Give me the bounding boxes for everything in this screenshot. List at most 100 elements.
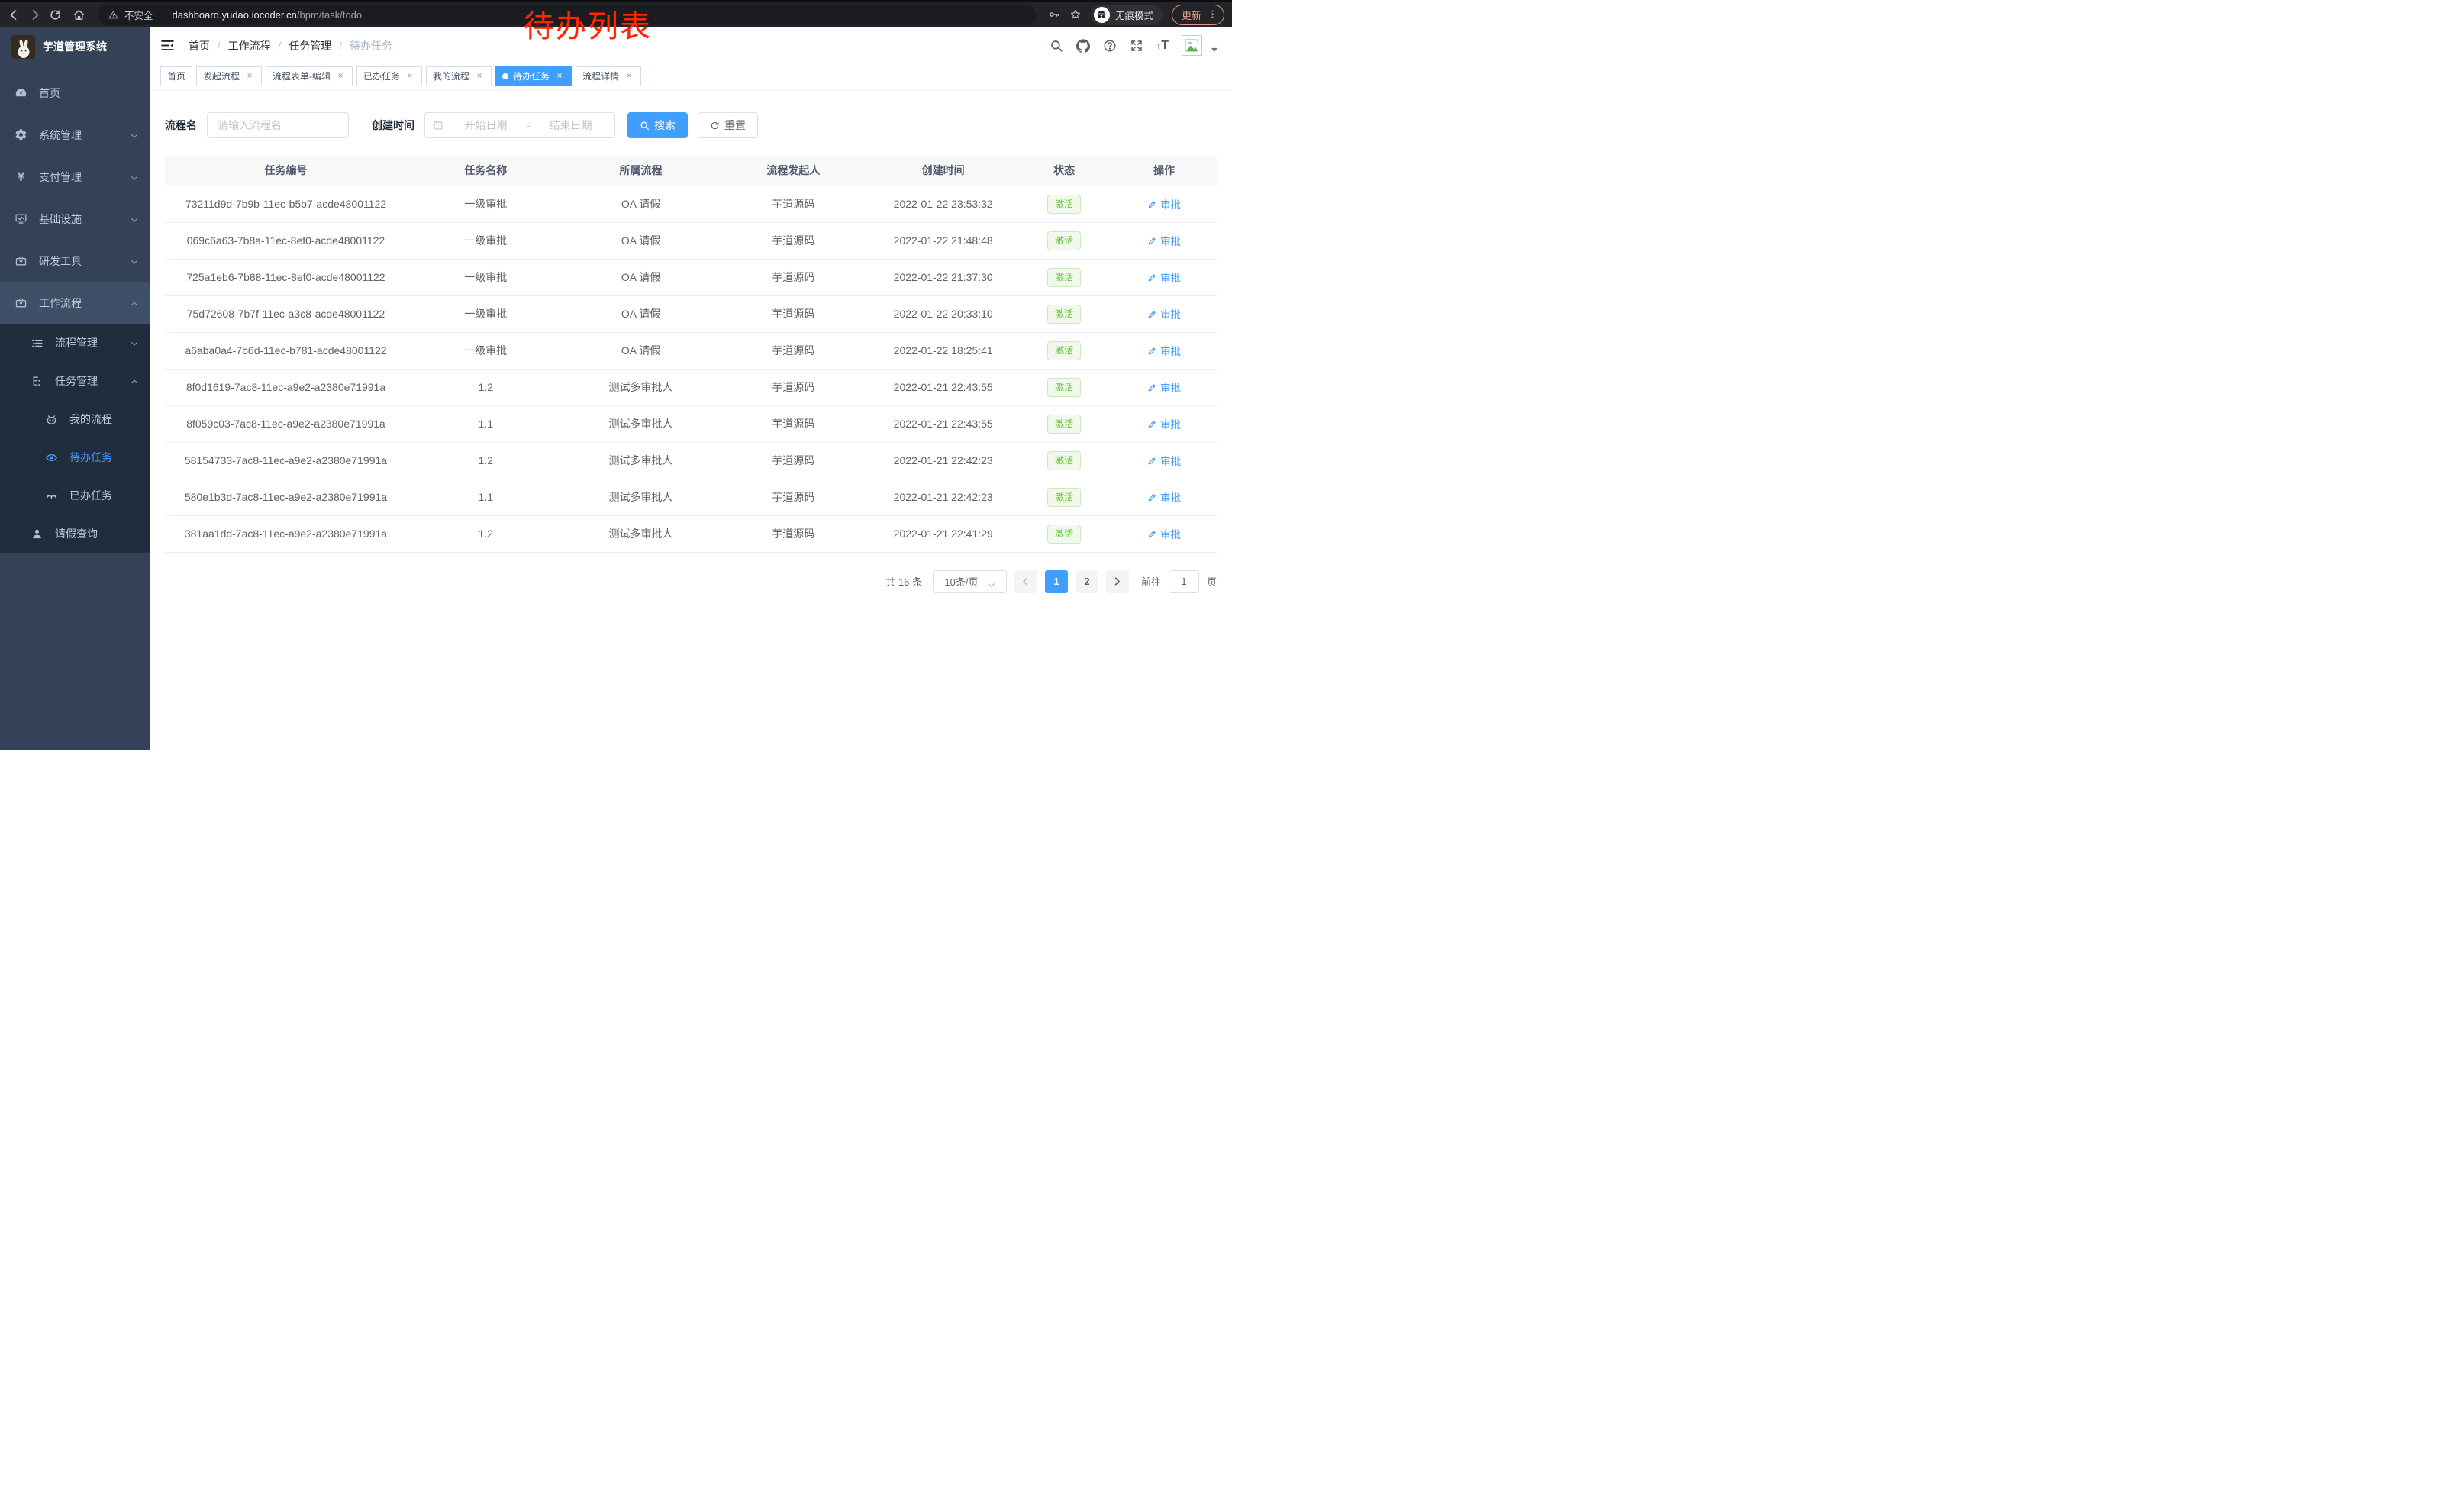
cell-task-name: 一级审批 — [407, 295, 565, 332]
search-icon[interactable] — [1050, 39, 1063, 53]
cell-status: 激活 — [1017, 405, 1111, 442]
sidebar-item-devtools[interactable]: 研发工具 — [0, 240, 150, 282]
page-size-value: 10条/页 — [944, 574, 978, 589]
eye-icon — [45, 451, 58, 464]
sidebar-item-label: 研发工具 — [39, 253, 82, 269]
page-button-2[interactable]: 2 — [1076, 570, 1098, 593]
bookmark-star-icon[interactable] — [1069, 8, 1082, 21]
cell-process: OA 请假 — [565, 186, 718, 222]
tab-close-icon[interactable]: × — [554, 71, 565, 82]
next-page-button[interactable] — [1106, 570, 1129, 593]
cell-task-id: 725a1eb6-7b88-11ec-8ef0-acde48001122 — [165, 259, 407, 295]
page-size-select[interactable]: 10条/页 — [933, 570, 1007, 593]
sidebar-item-workflow[interactable]: 工作流程 — [0, 282, 150, 324]
cell-action: 审批 — [1111, 222, 1217, 259]
reload-icon[interactable] — [49, 8, 62, 21]
approve-link[interactable]: 审批 — [1147, 489, 1181, 505]
pagination-total: 共 16 条 — [885, 574, 922, 589]
cell-task-id: 069c6a63-7b8a-11ec-8ef0-acde48001122 — [165, 222, 407, 259]
cell-process: OA 请假 — [565, 295, 718, 332]
goto-page-input[interactable] — [1169, 570, 1199, 593]
tab-process-form-edit[interactable]: 流程表单-编辑× — [266, 66, 353, 86]
sidebar-item-task-mgmt[interactable]: 任务管理 — [0, 362, 150, 400]
approve-link[interactable]: 审批 — [1147, 526, 1181, 541]
tab-close-icon[interactable]: × — [405, 71, 415, 82]
sidebar-item-done-tasks[interactable]: 已办任务 — [0, 476, 150, 515]
url-host: dashboard.yudao.iocoder.cn — [173, 9, 297, 21]
forward-icon[interactable] — [28, 8, 41, 21]
sidebar-item-my-process[interactable]: 我的流程 — [0, 400, 150, 438]
approve-link[interactable]: 审批 — [1147, 270, 1181, 285]
approve-link[interactable]: 审批 — [1147, 233, 1181, 248]
tags-view-bar: 首页 发起流程× 流程表单-编辑× 已办任务× 我的流程× 待办任务× 流程详情… — [150, 63, 1232, 89]
breadcrumb-task-mgmt[interactable]: 任务管理 — [289, 38, 331, 53]
end-date-placeholder: 结束日期 — [534, 118, 607, 133]
home-icon[interactable] — [73, 8, 85, 21]
tab-my-process[interactable]: 我的流程× — [426, 66, 492, 86]
approve-label: 审批 — [1160, 270, 1181, 285]
cell-status: 激活 — [1017, 222, 1111, 259]
cell-created: 2022-01-21 22:42:23 — [869, 442, 1017, 479]
approve-link[interactable]: 审批 — [1147, 379, 1181, 395]
approve-link[interactable]: 审批 — [1147, 306, 1181, 321]
incognito-badge[interactable]: 无痕模式 — [1091, 5, 1163, 25]
browser-menu-icon[interactable] — [1208, 9, 1217, 21]
sidebar-item-infra[interactable]: 基础设施 — [0, 198, 150, 240]
cell-task-id: 75d72608-7b7f-11ec-a3c8-acde48001122 — [165, 295, 407, 332]
date-range-picker[interactable]: 开始日期 - 结束日期 — [424, 112, 615, 138]
sidebar-item-system[interactable]: 系统管理 — [0, 114, 150, 156]
reset-button[interactable]: 重置 — [698, 112, 758, 138]
tab-start-process[interactable]: 发起流程× — [196, 66, 262, 86]
breadcrumb-home[interactable]: 首页 — [189, 38, 210, 53]
back-icon[interactable] — [8, 8, 21, 21]
approve-link[interactable]: 审批 — [1147, 196, 1181, 211]
cell-created: 2022-01-21 22:43:55 — [869, 369, 1017, 405]
cell-task-id: 8f0d1619-7ac8-11ec-a9e2-a2380e71991a — [165, 369, 407, 405]
font-size-icon[interactable]: TT — [1156, 39, 1169, 53]
tab-close-icon[interactable]: × — [335, 71, 346, 82]
sidebar-item-home[interactable]: 首页 — [0, 72, 150, 114]
table-row: 381aa1dd-7ac8-11ec-a9e2-a2380e71991a 1.2… — [165, 515, 1217, 552]
avatar-caret-icon[interactable] — [1211, 43, 1218, 49]
tab-process-detail[interactable]: 流程详情× — [576, 66, 641, 86]
sidebar-item-leave-query[interactable]: 请假查询 — [0, 515, 150, 553]
cell-created: 2022-01-21 22:43:55 — [869, 405, 1017, 442]
help-icon[interactable] — [1103, 39, 1117, 53]
github-icon[interactable] — [1076, 39, 1090, 53]
breadcrumb-workflow[interactable]: 工作流程 — [228, 38, 271, 53]
cell-task-name: 一级审批 — [407, 186, 565, 222]
monitor-icon — [15, 212, 27, 225]
tab-done-tasks[interactable]: 已办任务× — [356, 66, 422, 86]
tab-close-icon[interactable]: × — [624, 71, 634, 82]
approve-link[interactable]: 审批 — [1147, 343, 1181, 358]
sidebar-item-payment[interactable]: ¥ 支付管理 — [0, 156, 150, 198]
address-bar[interactable]: 不安全 dashboard.yudao.iocoder.cn/bpm/task/… — [98, 5, 1036, 25]
sidebar-item-todo-tasks[interactable]: 待办任务 — [0, 438, 150, 476]
cell-process: OA 请假 — [565, 222, 718, 259]
chevron-down-icon — [130, 257, 139, 266]
key-icon[interactable] — [1048, 8, 1060, 21]
tab-close-icon[interactable]: × — [244, 71, 255, 82]
prev-page-button[interactable] — [1014, 570, 1037, 593]
dashboard-icon — [15, 86, 27, 99]
tab-todo-tasks[interactable]: 待办任务× — [495, 66, 572, 86]
fullscreen-icon[interactable] — [1130, 39, 1143, 53]
search-button[interactable]: 搜索 — [627, 112, 688, 138]
col-created: 创建时间 — [869, 156, 1017, 186]
approve-label: 审批 — [1160, 306, 1181, 321]
page-button-1[interactable]: 1 — [1045, 570, 1068, 593]
tab-close-icon[interactable]: × — [474, 71, 485, 82]
approve-link[interactable]: 审批 — [1147, 453, 1181, 468]
calendar-icon — [433, 120, 443, 131]
sidebar-item-process-mgmt[interactable]: 流程管理 — [0, 324, 150, 362]
approve-link[interactable]: 审批 — [1147, 416, 1181, 431]
sidebar-menu: 首页 系统管理 ¥ 支付管理 基础设施 — [0, 66, 150, 553]
table-row: 069c6a63-7b8a-11ec-8ef0-acde48001122 一级审… — [165, 222, 1217, 259]
chrome-update-button[interactable]: 更新 — [1172, 5, 1224, 25]
todo-task-table: 任务编号 任务名称 所属流程 流程发起人 创建时间 状态 操作 73211d9d… — [165, 156, 1217, 553]
app-logo-row[interactable]: 芋道管理系统 — [0, 27, 150, 66]
process-name-input[interactable] — [207, 112, 349, 138]
avatar[interactable] — [1182, 35, 1202, 56]
sidebar-fold-icon[interactable] — [160, 38, 175, 53]
tab-home[interactable]: 首页 — [160, 66, 192, 86]
